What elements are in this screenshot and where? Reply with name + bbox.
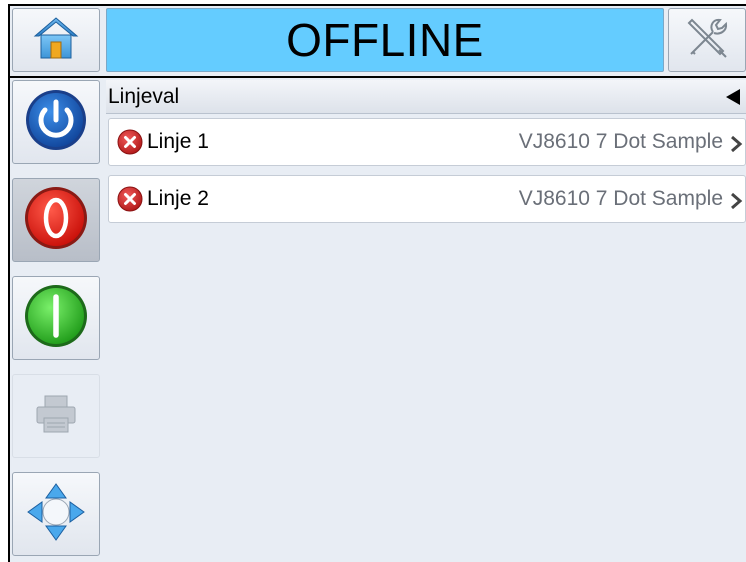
error-icon xyxy=(117,186,143,212)
home-button[interactable] xyxy=(12,8,100,72)
tools-button[interactable] xyxy=(668,8,746,72)
line-name: Linje 2 xyxy=(147,187,209,210)
print-icon xyxy=(34,392,78,441)
chevron-right-icon xyxy=(729,192,743,215)
chevron-right-icon xyxy=(729,135,743,158)
navigation-button[interactable] xyxy=(12,472,100,556)
panel-title: Linjeval xyxy=(108,84,180,108)
line-job: VJ8610 7 Dot Sample xyxy=(518,187,723,210)
start-button[interactable] xyxy=(12,276,100,360)
power-icon xyxy=(24,88,88,157)
start-icon xyxy=(23,283,89,354)
home-icon xyxy=(31,14,81,67)
stop-button[interactable] xyxy=(12,178,100,262)
line-item[interactable]: Linje 1 VJ8610 7 Dot Sample xyxy=(108,118,746,166)
line-name: Linje 1 xyxy=(147,130,209,153)
back-triangle-icon[interactable] xyxy=(726,88,740,111)
line-item[interactable]: Linje 2 VJ8610 7 Dot Sample xyxy=(108,175,746,223)
navigation-arrows-icon xyxy=(24,480,88,549)
error-icon xyxy=(117,129,143,155)
panel-header: Linjeval xyxy=(106,80,746,114)
stop-icon xyxy=(23,185,89,256)
line-job: VJ8610 7 Dot Sample xyxy=(518,130,723,153)
print-button[interactable] xyxy=(12,374,100,458)
tools-icon xyxy=(683,14,731,67)
power-button[interactable] xyxy=(12,80,100,164)
status-banner[interactable]: OFFLINE xyxy=(106,8,664,72)
top-divider xyxy=(8,76,746,78)
